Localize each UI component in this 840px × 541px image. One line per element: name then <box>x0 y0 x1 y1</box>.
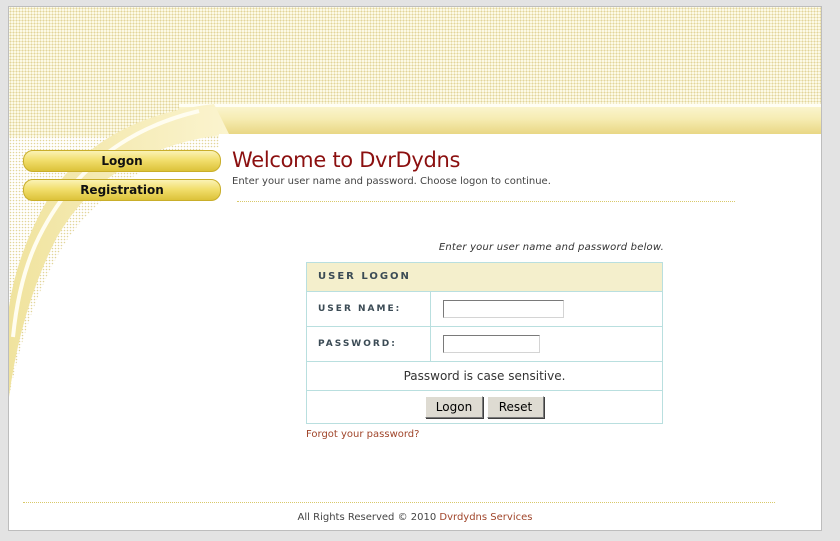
password-note: Password is case sensitive. <box>307 362 662 391</box>
nav-registration-button[interactable]: Registration <box>23 179 221 201</box>
login-header: USER LOGON <box>307 263 662 292</box>
page-frame: Logon Registration Welcome to DvrDydns E… <box>8 6 822 531</box>
page-title: Welcome to DvrDydns <box>232 148 461 172</box>
divider <box>237 201 735 202</box>
reset-button[interactable]: Reset <box>487 396 544 418</box>
button-row: Logon Reset <box>307 391 662 423</box>
footer: All Rights Reserved © 2010 Dvrdydns Serv… <box>9 512 821 523</box>
password-label: PASSWORD: <box>307 327 431 361</box>
forgot-password-link[interactable]: Forgot your password? <box>306 429 419 440</box>
username-cell <box>431 292 662 326</box>
password-row: PASSWORD: <box>307 327 662 362</box>
username-input[interactable] <box>443 300 564 318</box>
password-cell <box>431 327 662 361</box>
username-row: USER NAME: <box>307 292 662 327</box>
username-label: USER NAME: <box>307 292 431 326</box>
copyright-text: All Rights Reserved © 2010 <box>297 512 437 523</box>
footer-divider <box>23 502 775 503</box>
logon-submit-button[interactable]: Logon <box>425 396 483 418</box>
page-subtitle: Enter your user name and password. Choos… <box>232 176 551 187</box>
login-form: USER LOGON USER NAME: PASSWORD: Password… <box>306 262 663 424</box>
password-input[interactable] <box>443 335 540 353</box>
footer-services-link[interactable]: Dvrdydns Services <box>439 512 532 523</box>
login-hint: Enter your user name and password below. <box>438 242 664 253</box>
nav-logon-button[interactable]: Logon <box>23 150 221 172</box>
